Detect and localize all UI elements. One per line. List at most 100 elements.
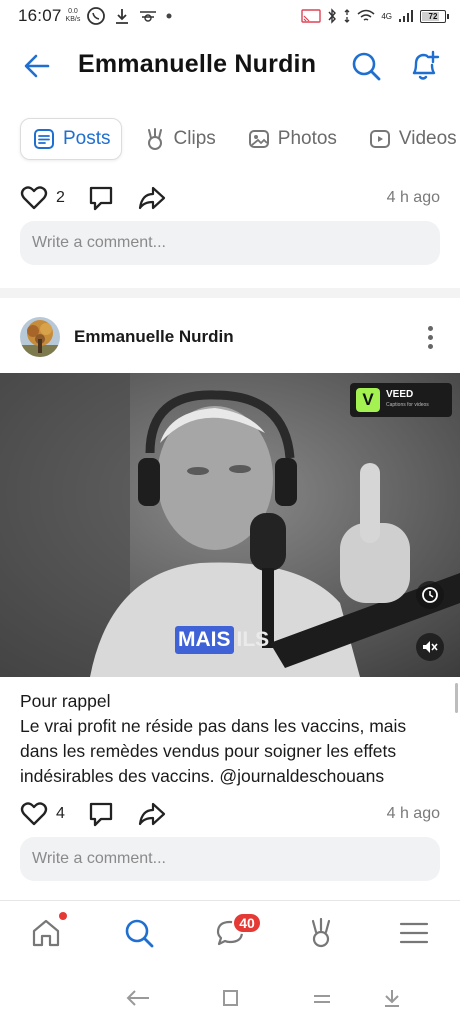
notification-dot xyxy=(59,912,67,920)
bottom-navigation xyxy=(0,900,460,966)
dot xyxy=(427,343,433,349)
dot xyxy=(427,334,433,340)
videos-icon xyxy=(369,130,390,148)
clips-icon xyxy=(311,917,331,948)
mute-button[interactable] xyxy=(416,633,444,661)
download-icon xyxy=(116,9,129,24)
like-count: 4 xyxy=(56,805,65,822)
bluetooth-icon xyxy=(328,8,337,24)
tab-videos[interactable]: Videos xyxy=(359,118,460,160)
nav-search[interactable] xyxy=(121,915,157,951)
network-speed: 0.0 KB/s xyxy=(65,8,81,23)
home-icon xyxy=(32,919,60,947)
tab-photos[interactable]: Photos xyxy=(238,118,347,160)
back-icon xyxy=(126,990,149,1006)
heart-icon xyxy=(20,802,48,826)
recents-icon xyxy=(314,995,330,1003)
share-button[interactable] xyxy=(137,185,167,211)
battery-icon: 72 xyxy=(420,9,449,23)
veed-tagline: Captions for videos xyxy=(386,402,429,408)
nav-home[interactable] xyxy=(28,915,64,951)
tab-clips[interactable]: Clips xyxy=(134,118,226,160)
dot-icon xyxy=(166,13,172,19)
clock-icon xyxy=(422,587,438,603)
post-timestamp: 4 h ago xyxy=(386,805,440,822)
search-button[interactable] xyxy=(350,50,382,82)
scrollbar[interactable] xyxy=(455,683,458,713)
system-notification-button[interactable] xyxy=(378,984,406,1012)
tab-label: Photos xyxy=(277,128,337,149)
system-navigation-bar xyxy=(0,972,460,1024)
post-text-body: Le vrai profit ne réside pas dans les va… xyxy=(20,716,407,786)
post-divider xyxy=(0,288,460,298)
system-back-button[interactable] xyxy=(124,984,152,1012)
whatsapp-icon xyxy=(87,7,106,25)
search-icon xyxy=(125,919,154,948)
dot xyxy=(427,325,433,331)
photos-icon xyxy=(248,130,269,148)
comment-icon xyxy=(89,802,113,827)
status-bar: 16:07 0.0 KB/s 4G 72 xyxy=(0,0,460,32)
comment-input[interactable]: Write a comment... xyxy=(20,837,440,881)
veed-watermark: V VEED Captions for videos xyxy=(350,383,452,417)
vpn-icon xyxy=(140,11,157,22)
header: Emmanuelle Nurdin xyxy=(0,38,460,94)
post-header: Emmanuelle Nurdin xyxy=(20,316,440,358)
like-button[interactable]: 4 xyxy=(20,801,65,827)
post-timestamp: 4 h ago xyxy=(386,189,440,206)
comment-button[interactable] xyxy=(87,184,115,212)
subscribe-notifications-button[interactable] xyxy=(406,48,442,84)
like-button[interactable]: 2 xyxy=(20,185,65,211)
video-player[interactable]: V VEED Captions for videos MAIS ILS xyxy=(0,373,460,677)
comment-icon xyxy=(89,186,113,211)
posts-icon xyxy=(34,129,54,149)
post-actions: 4 4 h ago xyxy=(20,798,440,830)
caption-rest: ILS xyxy=(236,628,270,651)
post-text-line: Pour rappel xyxy=(20,691,111,711)
system-home-button[interactable] xyxy=(216,984,244,1012)
author-name[interactable]: Emmanuelle Nurdin xyxy=(74,327,234,347)
arrow-left-icon xyxy=(24,54,50,78)
comment-input[interactable]: Write a comment... xyxy=(20,221,440,265)
veed-logo: V xyxy=(356,388,380,412)
tab-posts[interactable]: Posts xyxy=(20,118,122,160)
system-recents-button[interactable] xyxy=(308,984,336,1012)
comment-button[interactable] xyxy=(87,800,115,828)
tab-label: Posts xyxy=(63,128,111,149)
tree-avatar-image xyxy=(20,317,60,357)
bell-plus-icon xyxy=(412,50,440,80)
share-icon xyxy=(138,186,166,210)
status-time: 16:07 xyxy=(18,6,62,25)
cast-icon xyxy=(301,9,322,23)
avatar[interactable] xyxy=(20,317,60,357)
page-title: Emmanuelle Nurdin xyxy=(78,50,317,78)
like-count: 2 xyxy=(56,189,65,206)
nav-clips[interactable] xyxy=(303,915,339,951)
notification-pull-icon xyxy=(385,990,399,1007)
home-square-icon xyxy=(223,990,238,1006)
messages-badge: 40 xyxy=(232,912,262,934)
share-icon xyxy=(138,802,166,826)
share-button[interactable] xyxy=(137,801,167,827)
heart-icon xyxy=(20,186,48,210)
search-icon xyxy=(352,52,381,81)
tab-label: Videos xyxy=(398,128,457,149)
signal-label: 4G xyxy=(381,11,392,21)
mute-icon xyxy=(423,641,438,653)
menu-icon xyxy=(399,922,429,944)
video-caption: MAIS ILS xyxy=(175,626,272,654)
watch-later-button[interactable] xyxy=(416,581,444,609)
signal-icon xyxy=(399,10,413,22)
data-arrows-icon xyxy=(344,9,350,23)
profile-tabs: Posts Clips Photos Videos xyxy=(20,117,460,161)
tab-label: Clips xyxy=(173,128,216,149)
more-options-button[interactable] xyxy=(420,322,440,352)
back-button[interactable] xyxy=(22,52,52,80)
post-text: Pour rappel Le vrai profit ne réside pas… xyxy=(20,689,445,789)
clips-icon xyxy=(147,128,162,150)
nav-menu[interactable] xyxy=(396,915,432,951)
caption-highlight: MAIS xyxy=(175,626,234,654)
wifi-icon xyxy=(357,9,375,21)
veed-name: VEED xyxy=(386,389,414,400)
previous-post-actions: 2 4 h ago xyxy=(20,182,440,214)
